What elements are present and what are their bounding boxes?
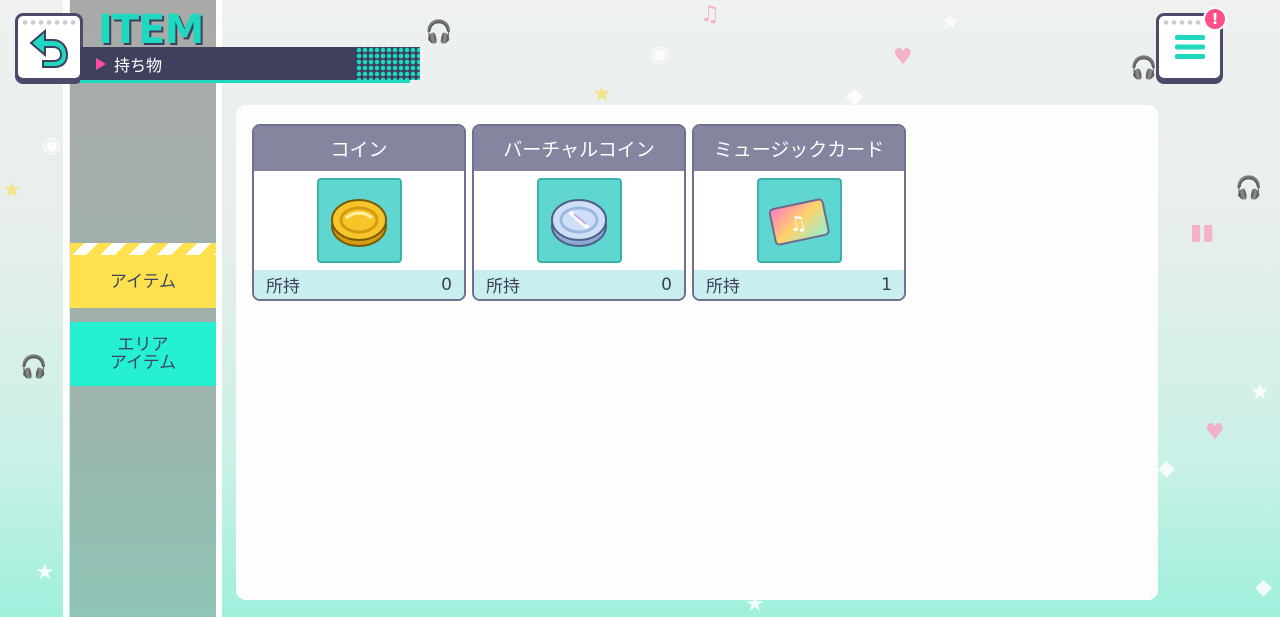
star-icon: ★: [940, 10, 960, 35]
disc-icon: ◉: [650, 42, 670, 67]
rail-border: [216, 0, 222, 617]
heart-icon: ♥: [893, 45, 913, 70]
button-dots: [21, 19, 77, 26]
music-card-icon: ♫: [768, 198, 830, 245]
tab-items[interactable]: アイテム: [70, 255, 216, 308]
owned-label: 所持: [266, 277, 300, 297]
diamond-icon: ◆: [1255, 575, 1272, 600]
item-name: コイン: [254, 126, 464, 171]
item-icon-frame: [316, 178, 402, 263]
disc-icon: ◉: [42, 133, 62, 158]
back-arrow-icon: [29, 28, 69, 68]
star-icon: ★: [592, 82, 612, 107]
item-card-virtual-coin[interactable]: バーチャルコイン 所持 0: [472, 124, 686, 301]
owned-label: 所持: [486, 277, 520, 297]
item-name: バーチャルコイン: [474, 126, 684, 171]
item-icon-frame: [536, 178, 622, 263]
star-icon: ★: [35, 560, 55, 585]
item-card-coin[interactable]: コイン 所持 0: [252, 124, 466, 301]
tab-stripe: [70, 243, 216, 255]
owned-count: 1: [881, 274, 892, 295]
owned-count: 0: [661, 274, 672, 295]
note-icon: ♫: [700, 2, 720, 27]
title-accent-line: [80, 80, 410, 83]
star-icon: ★: [2, 178, 22, 203]
headphone-icon: 🎧: [1130, 56, 1158, 81]
hamburger-icon: [1174, 35, 1205, 59]
item-card-music-card[interactable]: ミュージックカード ♫ 所持 1: [692, 124, 906, 301]
triangle-icon: [96, 57, 106, 70]
page-title: ITEM: [98, 7, 204, 53]
star-icon: ★: [1250, 380, 1270, 405]
heart-icon: ♥: [1205, 420, 1225, 445]
owned-count: 0: [441, 274, 452, 295]
virtual-coin-icon: [551, 198, 607, 247]
sidebar: [70, 0, 216, 617]
headphone-icon: 🎧: [20, 355, 48, 380]
notification-badge: !: [1203, 7, 1227, 31]
diamond-icon: ◆: [1158, 456, 1175, 481]
coin-icon: [331, 198, 387, 247]
tab-items-label: アイテム: [109, 271, 177, 292]
page-subtitle: 持ち物: [114, 55, 163, 75]
rail-border: [63, 0, 69, 617]
title-bar: 持ち物: [80, 47, 420, 83]
item-name: ミュージックカード: [694, 126, 904, 171]
bar-icon: ▮▮: [1190, 220, 1215, 245]
tab-area-items[interactable]: エリア アイテム: [70, 322, 216, 386]
owned-label: 所持: [706, 277, 740, 297]
headphone-icon: 🎧: [425, 20, 453, 45]
dot-pattern: [356, 47, 420, 80]
headphone-icon: 🎧: [1235, 176, 1263, 201]
tab-area-items-label: エリア アイテム: [109, 335, 177, 373]
back-button[interactable]: [15, 13, 83, 81]
item-icon-frame: ♫: [756, 178, 842, 263]
